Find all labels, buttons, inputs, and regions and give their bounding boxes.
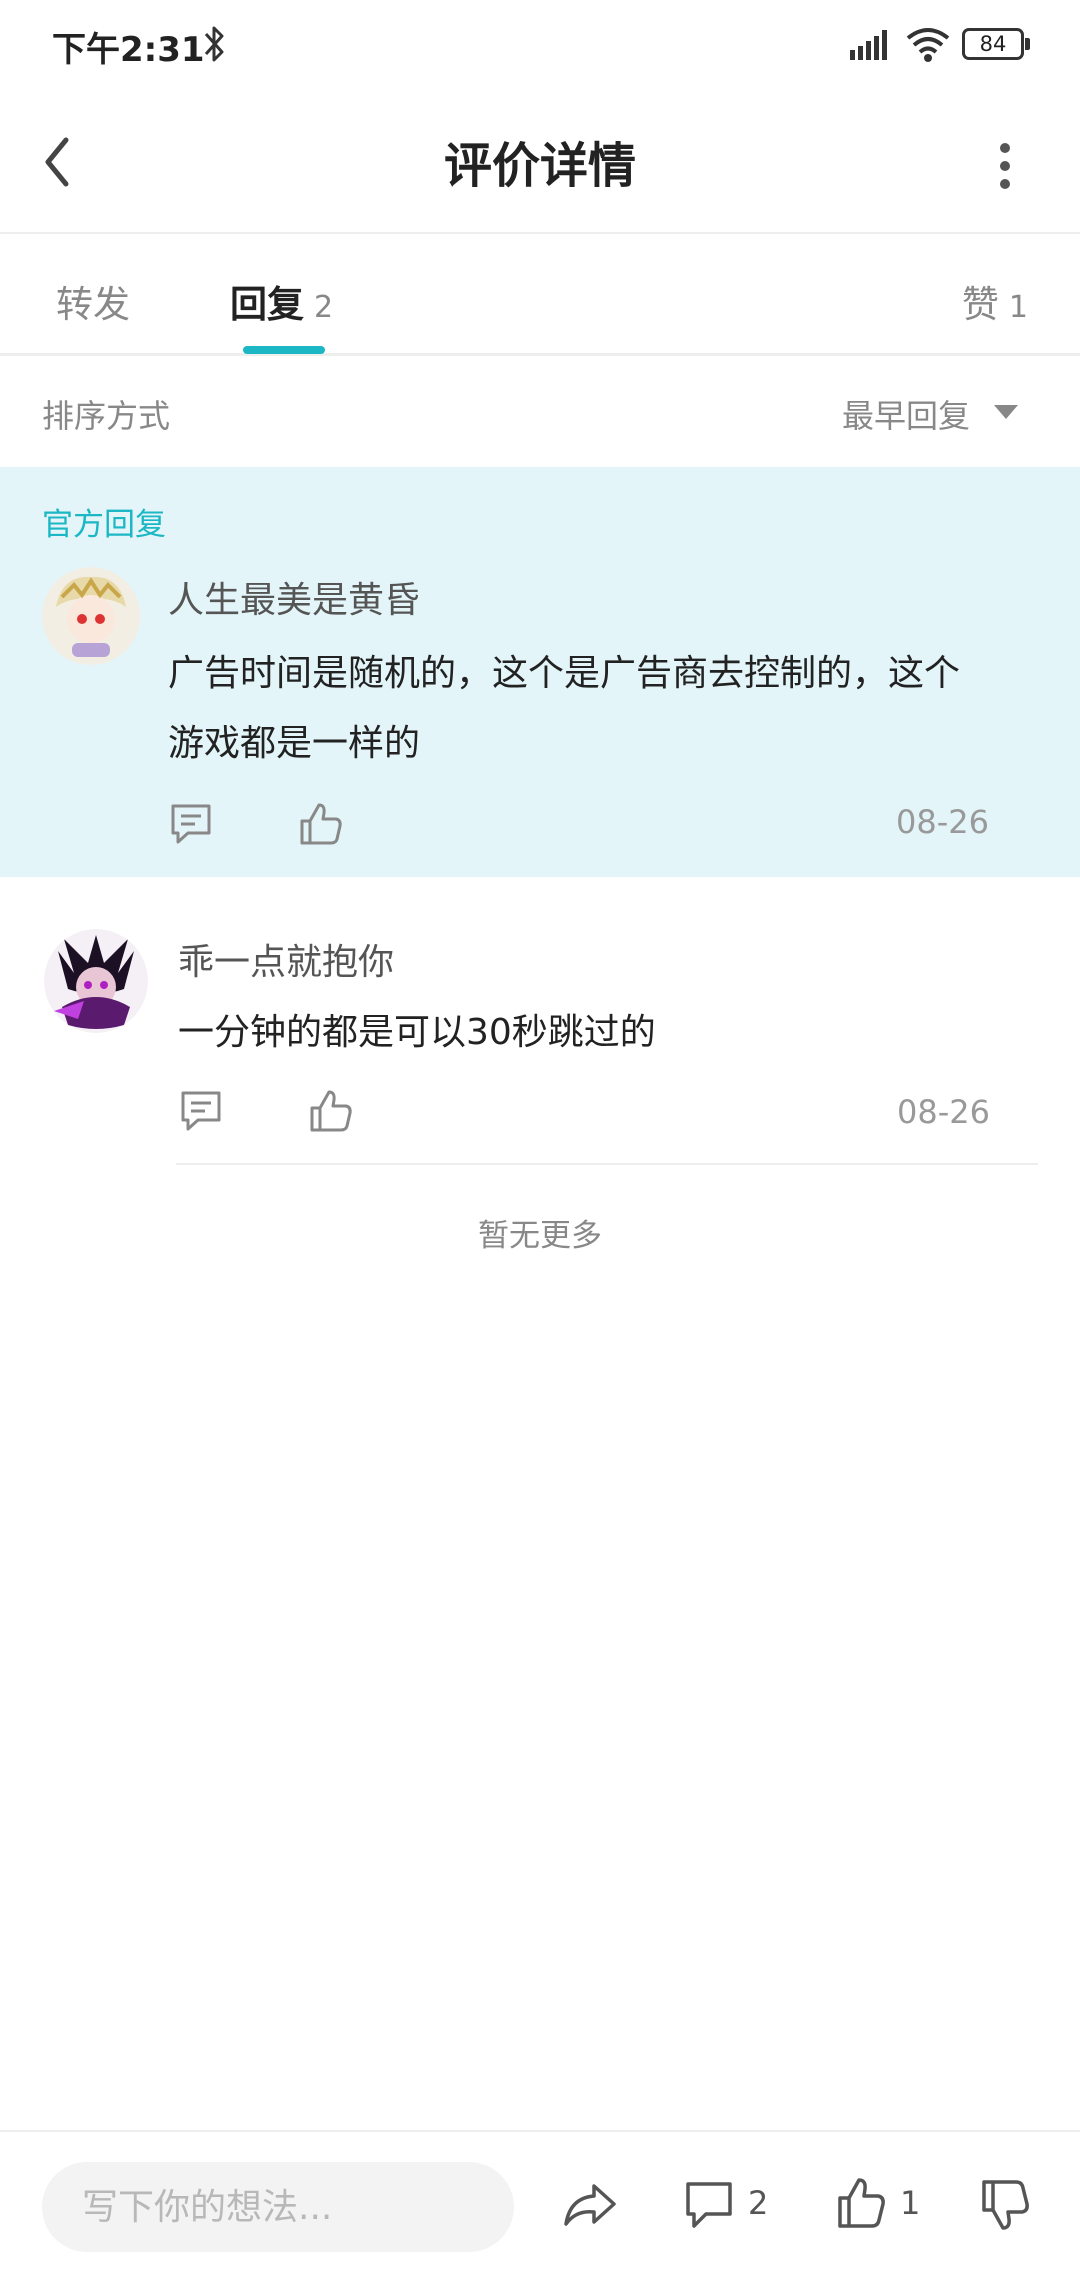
thumbs-up-icon[interactable]: [298, 801, 344, 847]
divider: [176, 1163, 1038, 1165]
avatar[interactable]: [42, 567, 140, 665]
reply-username[interactable]: 人生最美是黄昏: [168, 571, 420, 623]
tab-reply[interactable]: 回复 2: [230, 274, 333, 328]
sort-label: 排序方式: [42, 397, 171, 435]
official-reply-tag: 官方回复: [42, 507, 166, 543]
signal-icon: [850, 30, 887, 60]
share-icon[interactable]: [560, 2174, 620, 2234]
battery-indicator: 84: [962, 28, 1032, 60]
reply-date: 08-26: [897, 1093, 990, 1131]
avatar[interactable]: [44, 929, 148, 1033]
tab-like-count: 1: [1008, 290, 1028, 325]
comment-icon[interactable]: [684, 2174, 734, 2234]
no-more-text: 暂无更多: [478, 1218, 602, 1254]
tab-bar: 转发 回复 2 赞1: [0, 236, 1080, 356]
reply-username[interactable]: 乖一点就抱你: [178, 933, 394, 985]
active-tab-indicator: [243, 346, 325, 354]
sort-row: 排序方式 最早回复: [0, 359, 1080, 467]
status-time: 下午2:31: [52, 30, 205, 70]
reply-date: 08-26: [896, 803, 989, 841]
top-app-bar: 评价详情: [0, 90, 1080, 234]
tab-reply-count: 2: [314, 290, 334, 325]
caret-down-icon[interactable]: [992, 403, 1020, 421]
sort-dropdown[interactable]: 最早回复: [842, 391, 970, 437]
thumbs-down-icon[interactable]: [980, 2174, 1030, 2234]
battery-level: 84: [979, 32, 1007, 56]
comment-input[interactable]: [42, 2162, 514, 2252]
reply-content-line: 游戏都是一样的: [168, 723, 421, 764]
like-count: 1: [900, 2184, 921, 2222]
comment-icon[interactable]: [168, 801, 214, 847]
official-reply-card: 官方回复 人生最美是黄昏 广告时间是随机的，这个是广告商去控制的，这个 游戏都是…: [0, 467, 1080, 877]
tab-forward[interactable]: 转发: [56, 274, 130, 328]
page-title: 评价详情: [443, 138, 636, 194]
tab-like[interactable]: 赞1: [962, 274, 1028, 328]
thumbs-up-icon[interactable]: [836, 2174, 886, 2234]
tab-like-label: 赞: [961, 283, 999, 326]
tab-reply-label: 回复: [230, 283, 304, 326]
reply-content-line: 广告时间是随机的，这个是广告商去控制的，这个: [168, 653, 961, 694]
wifi-icon: [906, 28, 950, 62]
more-options-icon[interactable]: [980, 126, 1030, 206]
reply-content: 一分钟的都是可以30秒跳过的: [178, 1012, 656, 1053]
tab-forward-label: 转发: [56, 283, 130, 326]
reply-content: 广告时间是随机的，这个是广告商去控制的，这个 游戏都是一样的: [168, 639, 960, 779]
bottom-action-bar: 2 1: [0, 2130, 1080, 2280]
bluetooth-icon: [204, 26, 224, 62]
status-bar: 下午2:31 84: [0, 0, 1080, 90]
comment-icon[interactable]: [178, 1088, 224, 1134]
comment-count: 2: [748, 2184, 769, 2222]
thumbs-up-icon[interactable]: [308, 1088, 354, 1134]
